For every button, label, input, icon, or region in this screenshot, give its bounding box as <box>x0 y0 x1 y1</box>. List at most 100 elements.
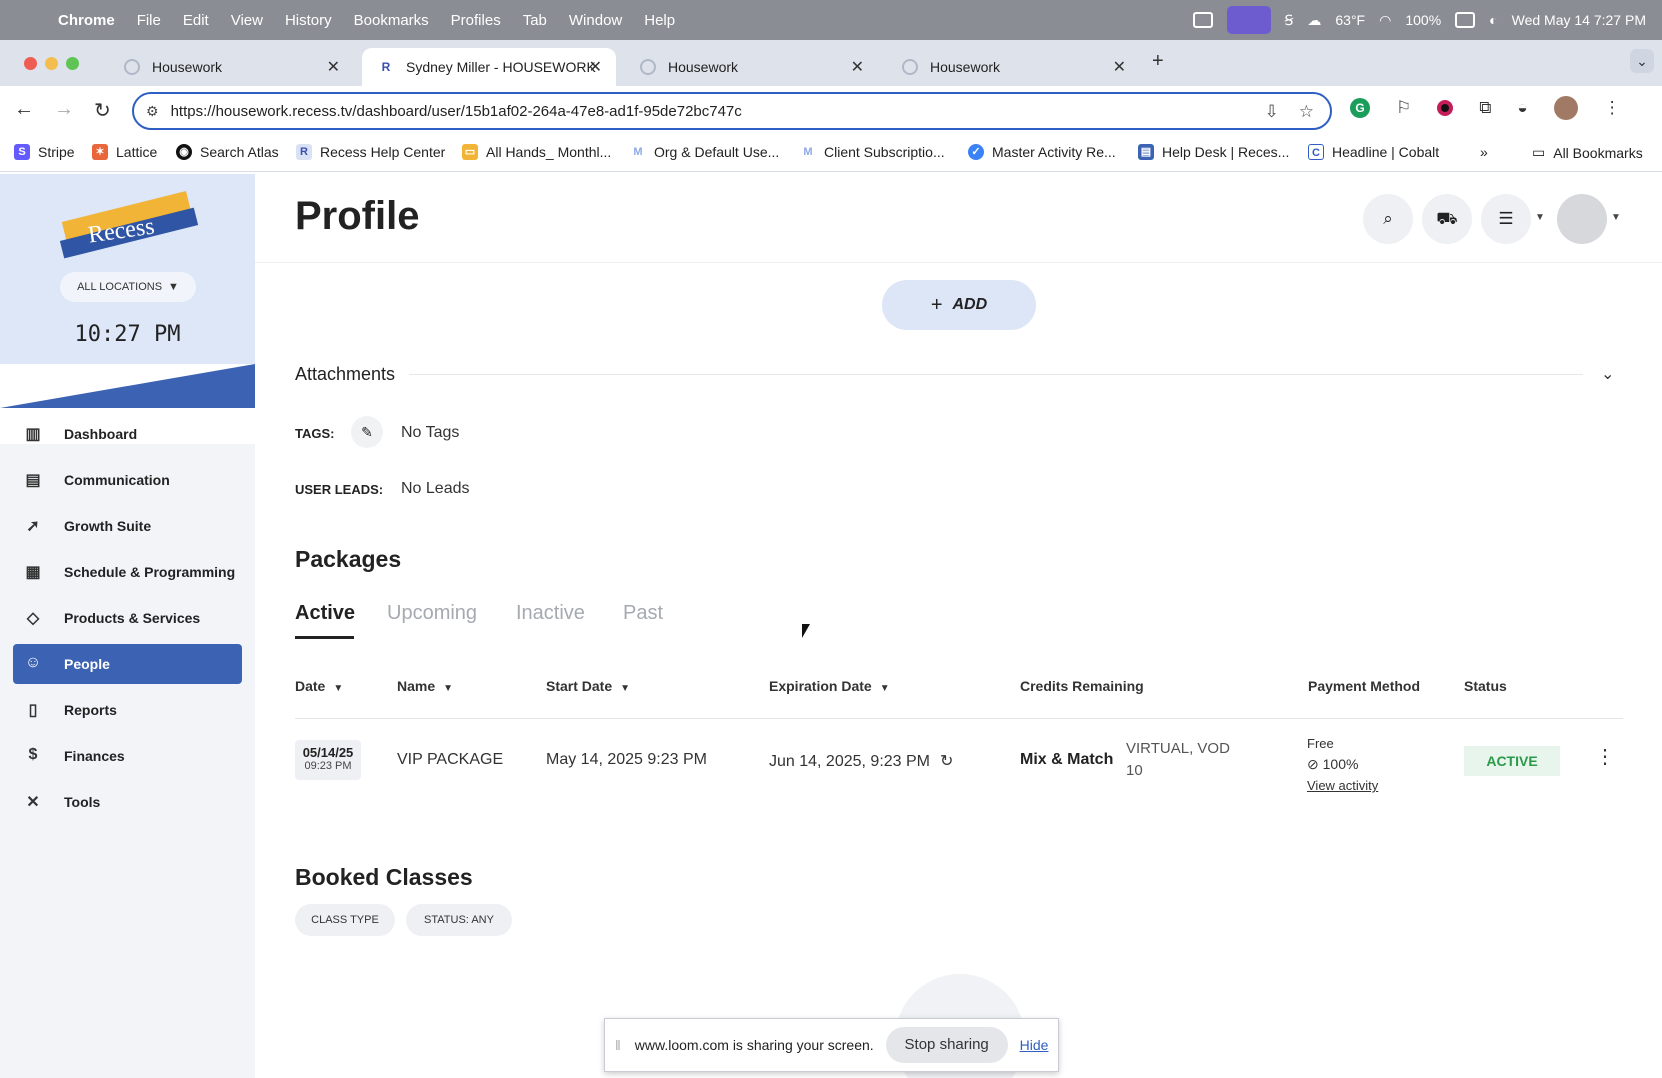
sidebar-item-schedule[interactable]: ▦ Schedule & Programming <box>13 552 242 592</box>
bookmark-item[interactable]: ✶ Lattice <box>92 144 157 160</box>
new-tab-icon[interactable]: + <box>1152 50 1164 73</box>
column-header-expiration-date[interactable]: Expiration Date ▼ <box>769 678 890 694</box>
maximize-window-icon[interactable] <box>66 57 79 70</box>
grammarly-tray-icon[interactable]: Ꞩ <box>1285 12 1294 29</box>
menu-view[interactable]: View <box>231 12 263 29</box>
more-menu-icon[interactable]: ⋮ <box>1604 98 1621 118</box>
sidebar-item-dashboard[interactable]: ▥ Dashboard <box>13 414 242 454</box>
bookmark-icon[interactable]: ⚐ <box>1396 98 1411 118</box>
menubar-datetime[interactable]: Wed May 14 7:27 PM <box>1512 12 1646 28</box>
close-tab-icon[interactable]: ✕ <box>1113 57 1126 77</box>
sidebar-item-tools[interactable]: ✕ Tools <box>13 782 242 822</box>
bookmark-item[interactable]: ✓ Master Activity Re... <box>968 144 1116 160</box>
site-info-icon[interactable]: ⚙ <box>146 103 159 120</box>
extensions-icon[interactable]: ⧉ <box>1479 98 1491 118</box>
renew-icon[interactable]: ↻ <box>940 753 953 770</box>
incognito-icon[interactable]: ◒ <box>1517 98 1527 118</box>
recess-logo[interactable]: Recess <box>58 191 200 259</box>
menu-profiles[interactable]: Profiles <box>451 12 501 29</box>
class-type-filter[interactable]: CLASS TYPE <box>295 904 395 936</box>
cart-icon[interactable]: ⛟ <box>1422 194 1472 244</box>
package-name[interactable]: VIP PACKAGE <box>397 751 503 769</box>
sidebar-item-reports[interactable]: ▯ Reports <box>13 690 242 730</box>
bookmark-item[interactable]: M Client Subscriptio... <box>800 144 945 160</box>
all-bookmarks[interactable]: ▭ All Bookmarks <box>1532 144 1643 161</box>
chevron-down-icon[interactable]: ⌄ <box>1601 364 1614 384</box>
tab-inactive[interactable]: Inactive <box>516 602 585 625</box>
close-window-icon[interactable] <box>24 57 37 70</box>
sidebar-item-label: Growth Suite <box>64 518 152 534</box>
reload-icon[interactable]: ↻ <box>94 98 111 123</box>
sidebar-item-finances[interactable]: $ Finances <box>13 736 242 776</box>
address-bar[interactable]: ⚙ https://housework.recess.tv/dashboard/… <box>132 92 1332 130</box>
tab-past[interactable]: Past <box>623 602 663 625</box>
checklist-caret-icon[interactable]: ▼ <box>1535 212 1545 223</box>
sidebar-item-people[interactable]: ☺ People <box>13 644 242 684</box>
tab-title: Housework <box>930 59 1001 75</box>
bookmark-item[interactable]: R Recess Help Center <box>296 144 445 160</box>
checklist-icon[interactable]: ☰ <box>1481 194 1531 244</box>
browser-tab[interactable]: Housework ✕ <box>624 48 878 86</box>
back-icon[interactable]: ← <box>14 98 34 121</box>
drag-handle-icon[interactable]: ‖ <box>615 1037 621 1053</box>
attachments-heading[interactable]: Attachments <box>295 364 395 385</box>
menu-edit[interactable]: Edit <box>183 12 209 29</box>
close-tab-icon[interactable]: ✕ <box>589 57 602 77</box>
bookmark-star-icon[interactable]: ☆ <box>1299 102 1314 122</box>
menu-bookmarks[interactable]: Bookmarks <box>354 12 429 29</box>
minimize-window-icon[interactable] <box>45 57 58 70</box>
user-avatar[interactable] <box>1557 194 1607 244</box>
tab-active[interactable]: Active <box>295 602 355 625</box>
bookmark-item[interactable]: ▭ All Hands_ Monthl... <box>462 144 611 160</box>
location-selector[interactable]: ALL LOCATIONS ▼ <box>60 272 196 302</box>
row-menu-icon[interactable]: ⋮ <box>1595 744 1615 769</box>
wifi-icon[interactable]: ◠ <box>1379 12 1391 29</box>
close-tab-icon[interactable]: ✕ <box>327 57 340 77</box>
column-header-name[interactable]: Name ▼ <box>397 678 453 694</box>
sidebar-item-growth-suite[interactable]: ➚ Growth Suite <box>13 506 242 546</box>
bookmark-item[interactable]: ◉ Search Atlas <box>176 144 279 160</box>
menu-app[interactable]: Chrome <box>58 12 115 29</box>
drive-icon[interactable] <box>1192 12 1213 28</box>
menu-history[interactable]: History <box>285 12 332 29</box>
battery-percent[interactable]: 100% <box>1405 12 1441 28</box>
close-tab-icon[interactable]: ✕ <box>851 57 864 77</box>
loom-record-icon[interactable] <box>1437 100 1454 116</box>
address-url[interactable]: https://housework.recess.tv/dashboard/us… <box>171 103 742 120</box>
browser-tab-active[interactable]: R Sydney Miller - HOUSEWORK ✕ <box>362 48 616 86</box>
install-app-icon[interactable]: ⇩ <box>1265 102 1279 122</box>
bookmarks-overflow[interactable]: » <box>1480 144 1488 160</box>
hide-link[interactable]: Hide <box>1020 1037 1049 1053</box>
weather-icon[interactable]: ☁ <box>1307 12 1321 29</box>
tab-search-icon[interactable]: ⌄ <box>1630 49 1654 73</box>
browser-tab[interactable]: Housework ✕ <box>108 48 354 86</box>
stop-sharing-button[interactable]: Stop sharing <box>885 1027 1008 1063</box>
edit-tags-icon[interactable]: ✎ <box>351 416 383 448</box>
bookmark-item[interactable]: C Headline | Cobalt <box>1308 144 1439 160</box>
menu-help[interactable]: Help <box>644 12 675 29</box>
grammarly-icon[interactable]: G <box>1350 98 1370 118</box>
column-header-start-date[interactable]: Start Date ▼ <box>546 678 630 694</box>
status-filter[interactable]: STATUS: ANY <box>406 904 512 936</box>
control-center-icon[interactable]: ◐ <box>1489 12 1497 28</box>
search-icon[interactable]: ⌕ <box>1363 194 1413 244</box>
menu-tab[interactable]: Tab <box>523 12 547 29</box>
forward-icon[interactable]: → <box>54 98 74 121</box>
view-activity-link[interactable]: View activity <box>1307 778 1378 793</box>
weather-temp[interactable]: 63°F <box>1335 12 1365 28</box>
add-button[interactable]: + ADD <box>882 280 1036 330</box>
bookmark-item[interactable]: S Stripe <box>14 144 75 160</box>
avatar-caret-icon[interactable]: ▼ <box>1611 212 1621 223</box>
screen-share-icon[interactable] <box>1226 6 1271 34</box>
tab-upcoming[interactable]: Upcoming <box>387 602 477 625</box>
sidebar-item-products[interactable]: ◇ Products & Services <box>13 598 242 638</box>
menu-file[interactable]: File <box>137 12 161 29</box>
sidebar-item-communication[interactable]: ▤ Communication <box>13 460 242 500</box>
menu-window[interactable]: Window <box>569 12 622 29</box>
profile-avatar-icon[interactable] <box>1553 96 1578 120</box>
bookmark-item[interactable]: M Org & Default Use... <box>630 144 779 160</box>
bookmark-item[interactable]: ▤ Help Desk | Reces... <box>1138 144 1289 160</box>
column-header-date[interactable]: Date ▼ <box>295 678 343 694</box>
browser-tab[interactable]: Housework ✕ <box>886 48 1140 86</box>
battery-icon[interactable] <box>1455 12 1476 28</box>
